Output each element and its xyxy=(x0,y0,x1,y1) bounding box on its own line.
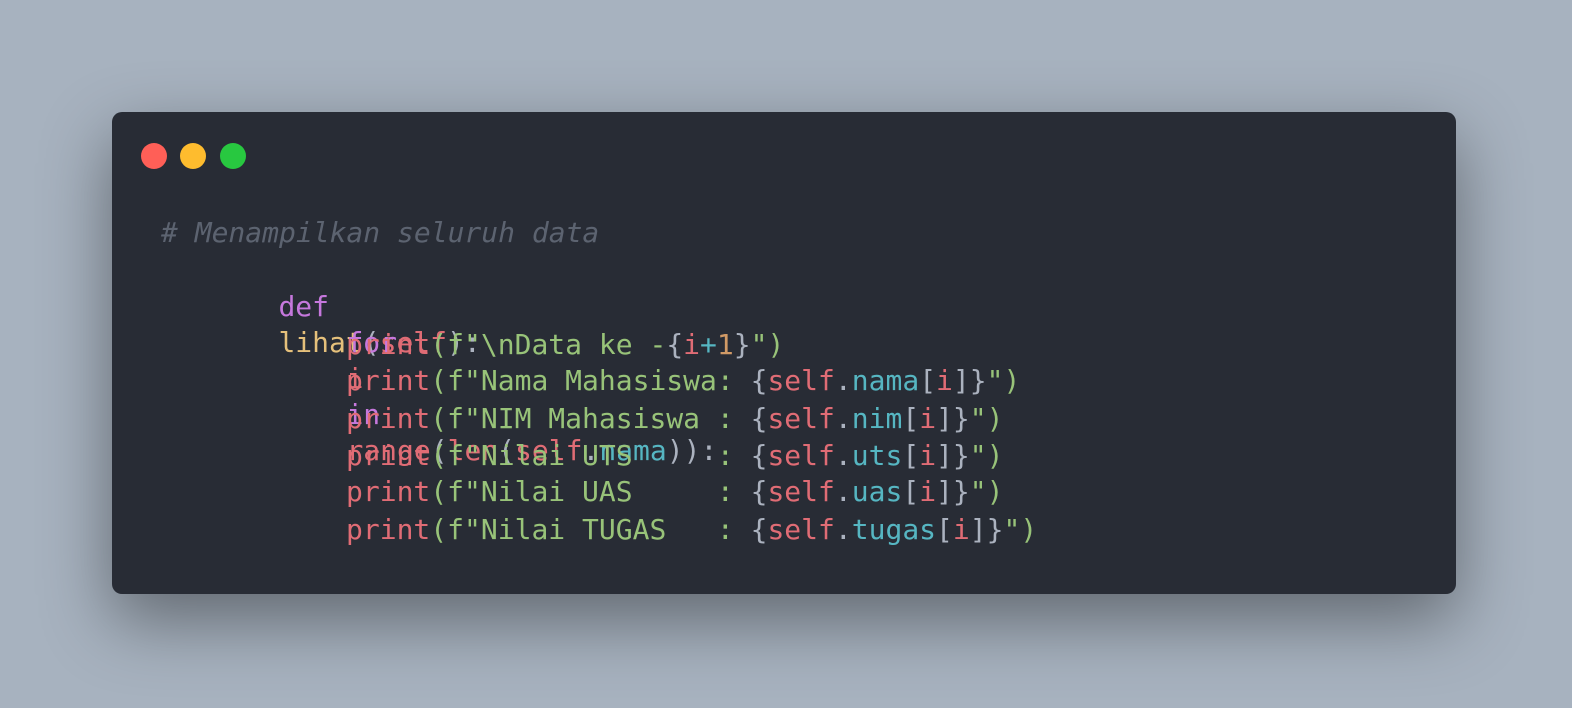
self-ref: self xyxy=(767,513,835,546)
code-block: # Menampilkan seluruh data def lihat(sel… xyxy=(0,0,1572,708)
attribute-nim: nim xyxy=(851,402,903,435)
brace-close: } xyxy=(952,439,970,472)
self-ref: self xyxy=(767,402,835,435)
string-open: (f" xyxy=(430,439,481,472)
bracket-close: ] xyxy=(952,364,970,397)
code-line-print: print(f"NIM Mahasiswa : {self.nim[i]}") xyxy=(346,401,1003,437)
brace-open: { xyxy=(750,364,768,397)
brace-open: { xyxy=(750,513,768,546)
bracket-open: [ xyxy=(936,513,953,546)
dot: . xyxy=(834,364,852,397)
string-open: (f" xyxy=(430,364,481,397)
brace-open: { xyxy=(750,402,768,435)
code-line-print: print(f"\nData ke -{i+1}") xyxy=(346,327,784,363)
index-variable: i xyxy=(919,402,937,435)
string-close: ") xyxy=(986,364,1021,397)
brace-close: } xyxy=(986,513,1004,546)
string-open: (f" xyxy=(430,475,481,508)
number-literal: 1 xyxy=(716,328,734,361)
builtin-print: print xyxy=(346,513,431,546)
code-line-print: print(f"Nilai UTS : {self.uts[i]}") xyxy=(346,438,1003,474)
builtin-print: print xyxy=(346,402,431,435)
string-literal: NIM Mahasiswa : xyxy=(480,402,751,435)
string-literal: Nilai UTS : xyxy=(480,439,751,472)
code-comment: # Menampilkan seluruh data xyxy=(161,216,600,249)
string-close: ") xyxy=(969,439,1004,472)
dot: . xyxy=(834,475,852,508)
bracket-open: [ xyxy=(902,402,920,435)
attribute-nama: nama xyxy=(851,364,920,397)
string-open: (f" xyxy=(430,513,481,546)
dot: . xyxy=(834,439,852,472)
bracket-close: ] xyxy=(936,439,953,472)
bracket-close: ] xyxy=(969,513,987,546)
self-ref: self xyxy=(767,364,835,397)
dot: . xyxy=(834,402,852,435)
loop-variable: i xyxy=(683,328,701,361)
code-line-print: print(f"Nilai TUGAS : {self.tugas[i]}") xyxy=(346,512,1037,548)
brace-close: } xyxy=(952,475,970,508)
attribute-uas: uas xyxy=(851,475,903,508)
brace-open: { xyxy=(750,439,768,472)
string-open: (f" xyxy=(430,402,481,435)
string-close: ") xyxy=(1003,513,1038,546)
brace-close: } xyxy=(733,328,751,361)
brace-open: { xyxy=(666,328,684,361)
bracket-open: [ xyxy=(902,439,920,472)
bracket-close: ] xyxy=(936,475,953,508)
string-literal: Nilai TUGAS : xyxy=(480,513,751,546)
brace-open: { xyxy=(750,475,768,508)
bracket-open: [ xyxy=(902,475,920,508)
bracket-open: [ xyxy=(919,364,937,397)
string-close: ") xyxy=(750,328,785,361)
brace-close: } xyxy=(952,402,970,435)
string-open: (f" xyxy=(430,328,481,361)
dot: . xyxy=(834,513,852,546)
brace-close: } xyxy=(969,364,987,397)
builtin-print: print xyxy=(346,328,431,361)
builtin-print: print xyxy=(346,364,431,397)
code-line-print: print(f"Nama Mahasiswa: {self.nama[i]}") xyxy=(346,363,1020,399)
builtin-print: print xyxy=(346,439,431,472)
string-literal: Nilai UAS : xyxy=(480,475,751,508)
attribute-tugas: tugas xyxy=(851,513,937,546)
operator-plus: + xyxy=(700,328,717,361)
index-variable: i xyxy=(952,513,970,546)
self-ref: self xyxy=(767,439,835,472)
index-variable: i xyxy=(919,475,937,508)
string-close: ") xyxy=(969,402,1004,435)
index-variable: i xyxy=(919,439,937,472)
builtin-print: print xyxy=(346,475,431,508)
index-variable: i xyxy=(936,364,953,397)
bracket-close: ] xyxy=(936,402,953,435)
string-literal: \nData ke - xyxy=(480,328,667,361)
string-literal: Nama Mahasiswa: xyxy=(480,364,751,397)
self-ref: self xyxy=(767,475,835,508)
attribute-uts: uts xyxy=(851,439,903,472)
string-close: ") xyxy=(969,475,1004,508)
code-line-print: print(f"Nilai UAS : {self.uas[i]}") xyxy=(346,474,1003,510)
